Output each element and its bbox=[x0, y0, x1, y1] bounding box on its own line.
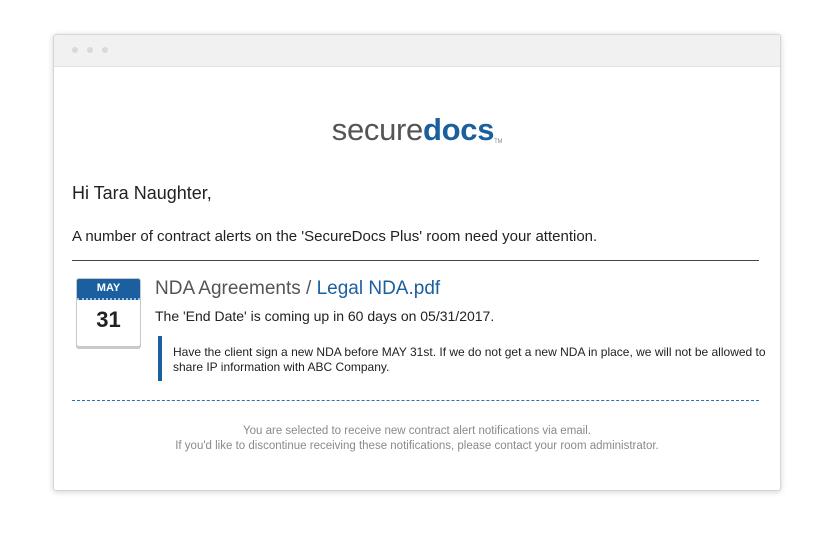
window-dot-icon bbox=[72, 47, 78, 53]
window-dot-icon bbox=[87, 47, 93, 53]
greeting: Hi Tara Naughter, bbox=[72, 183, 212, 203]
logo-part-docs: docs bbox=[423, 112, 495, 147]
logo-part-secure: secure bbox=[331, 112, 424, 147]
footer-line-2: If you'd like to discontinue receiving t… bbox=[175, 440, 659, 452]
calendar-icon: MAY 31 bbox=[76, 278, 141, 347]
window-dot-icon bbox=[102, 47, 108, 53]
email-window: securedocsTM Hi Tara Naughter, A number … bbox=[53, 34, 781, 491]
divider bbox=[72, 260, 759, 261]
path-separator: / bbox=[300, 278, 317, 299]
securedocs-logo: securedocsTM bbox=[54, 114, 780, 145]
document-path: NDA Agreements / Legal NDA.pdf bbox=[155, 278, 440, 300]
footer-line-1: You are selected to receive new contract… bbox=[243, 425, 591, 437]
alert-note: Have the client sign a new NDA before MA… bbox=[158, 336, 769, 381]
file-link[interactable]: Legal NDA.pdf bbox=[317, 278, 441, 299]
folder-name: NDA Agreements bbox=[155, 278, 301, 299]
intro-text: A number of contract alerts on the 'Secu… bbox=[72, 228, 598, 245]
due-date-text: The 'End Date' is coming up in 60 days o… bbox=[155, 308, 495, 324]
calendar-day: 31 bbox=[96, 307, 121, 332]
calendar-month: MAY bbox=[77, 279, 140, 300]
window-titlebar bbox=[54, 35, 780, 67]
footer: You are selected to receive new contract… bbox=[54, 424, 780, 454]
dashed-divider bbox=[72, 400, 759, 401]
logo-trademark: TM bbox=[494, 139, 503, 145]
